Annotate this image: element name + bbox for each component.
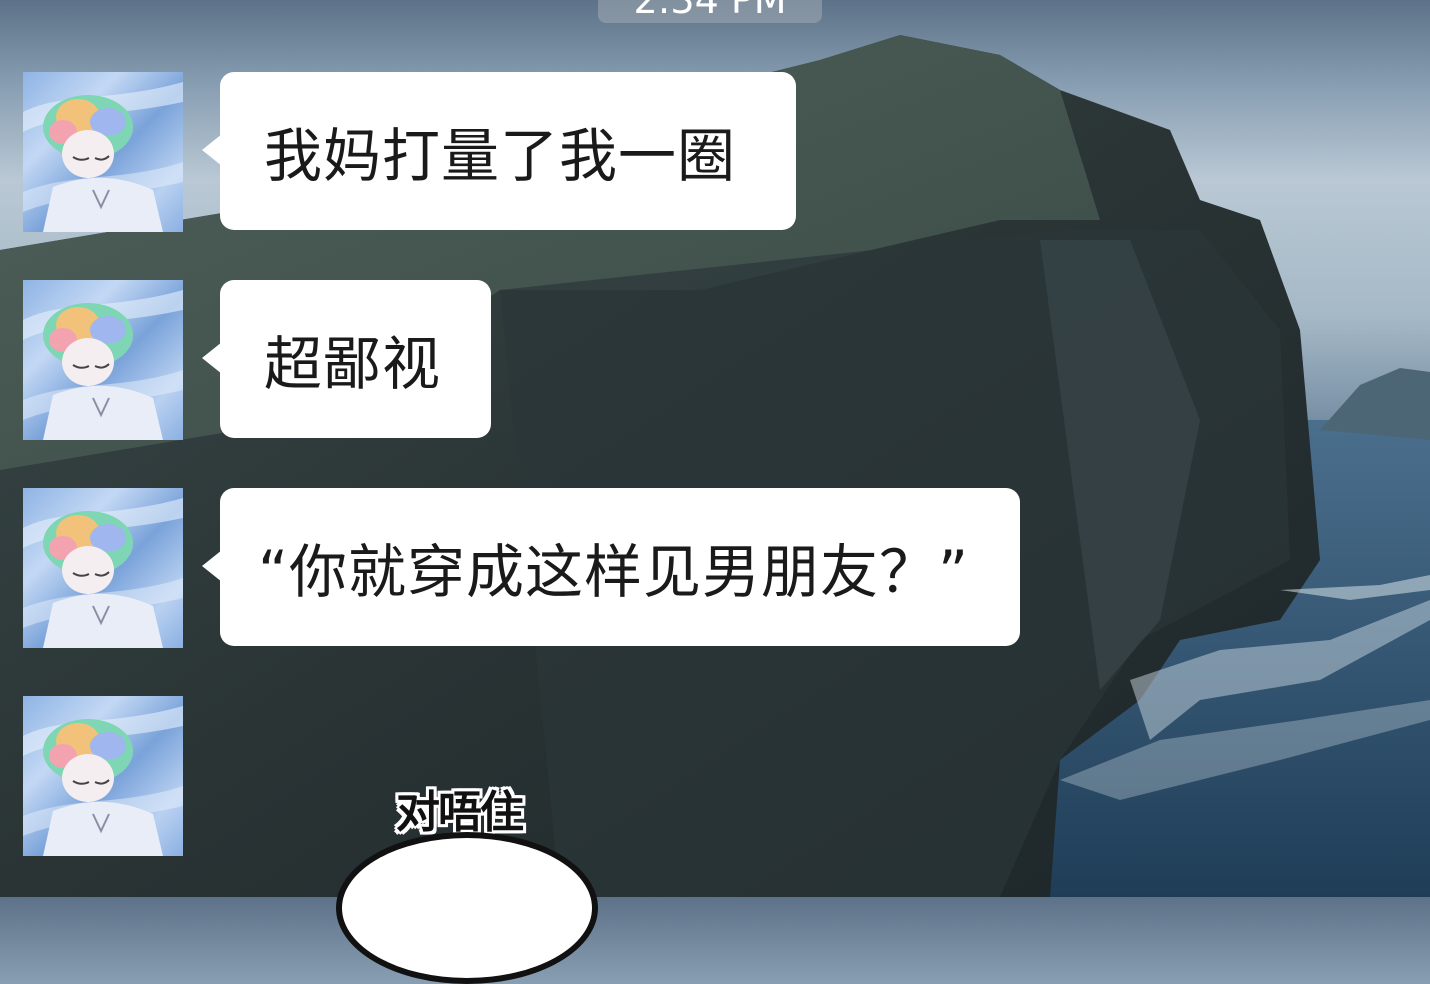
avatar[interactable] (23, 488, 183, 648)
message-bubble[interactable]: 超鄙视 (202, 280, 491, 438)
avatar[interactable] (23, 280, 183, 440)
avatar[interactable] (23, 72, 183, 232)
timestamp-pill: 2:34 PM (598, 0, 822, 23)
timestamp-text: 2:34 PM (633, 0, 787, 22)
anime-avatar-icon (23, 290, 183, 440)
avatar[interactable] (23, 696, 183, 856)
message-bubble[interactable]: “你就穿成这样见男朋友？” (202, 488, 1020, 646)
sticker-message[interactable]: 对唔住 (330, 770, 600, 984)
anime-avatar-icon (23, 498, 183, 648)
message-text: 我妈打量了我一圈 (264, 122, 737, 190)
sticker-caption: 对唔住 (396, 787, 524, 838)
sticker-face-icon (336, 832, 598, 984)
anime-avatar-icon (23, 82, 183, 232)
message-bubble[interactable]: 我妈打量了我一圈 (202, 72, 796, 230)
message-text: “你就穿成这样见男朋友？” (258, 538, 970, 606)
anime-avatar-icon (23, 706, 183, 856)
message-text: 超鄙视 (264, 330, 442, 398)
